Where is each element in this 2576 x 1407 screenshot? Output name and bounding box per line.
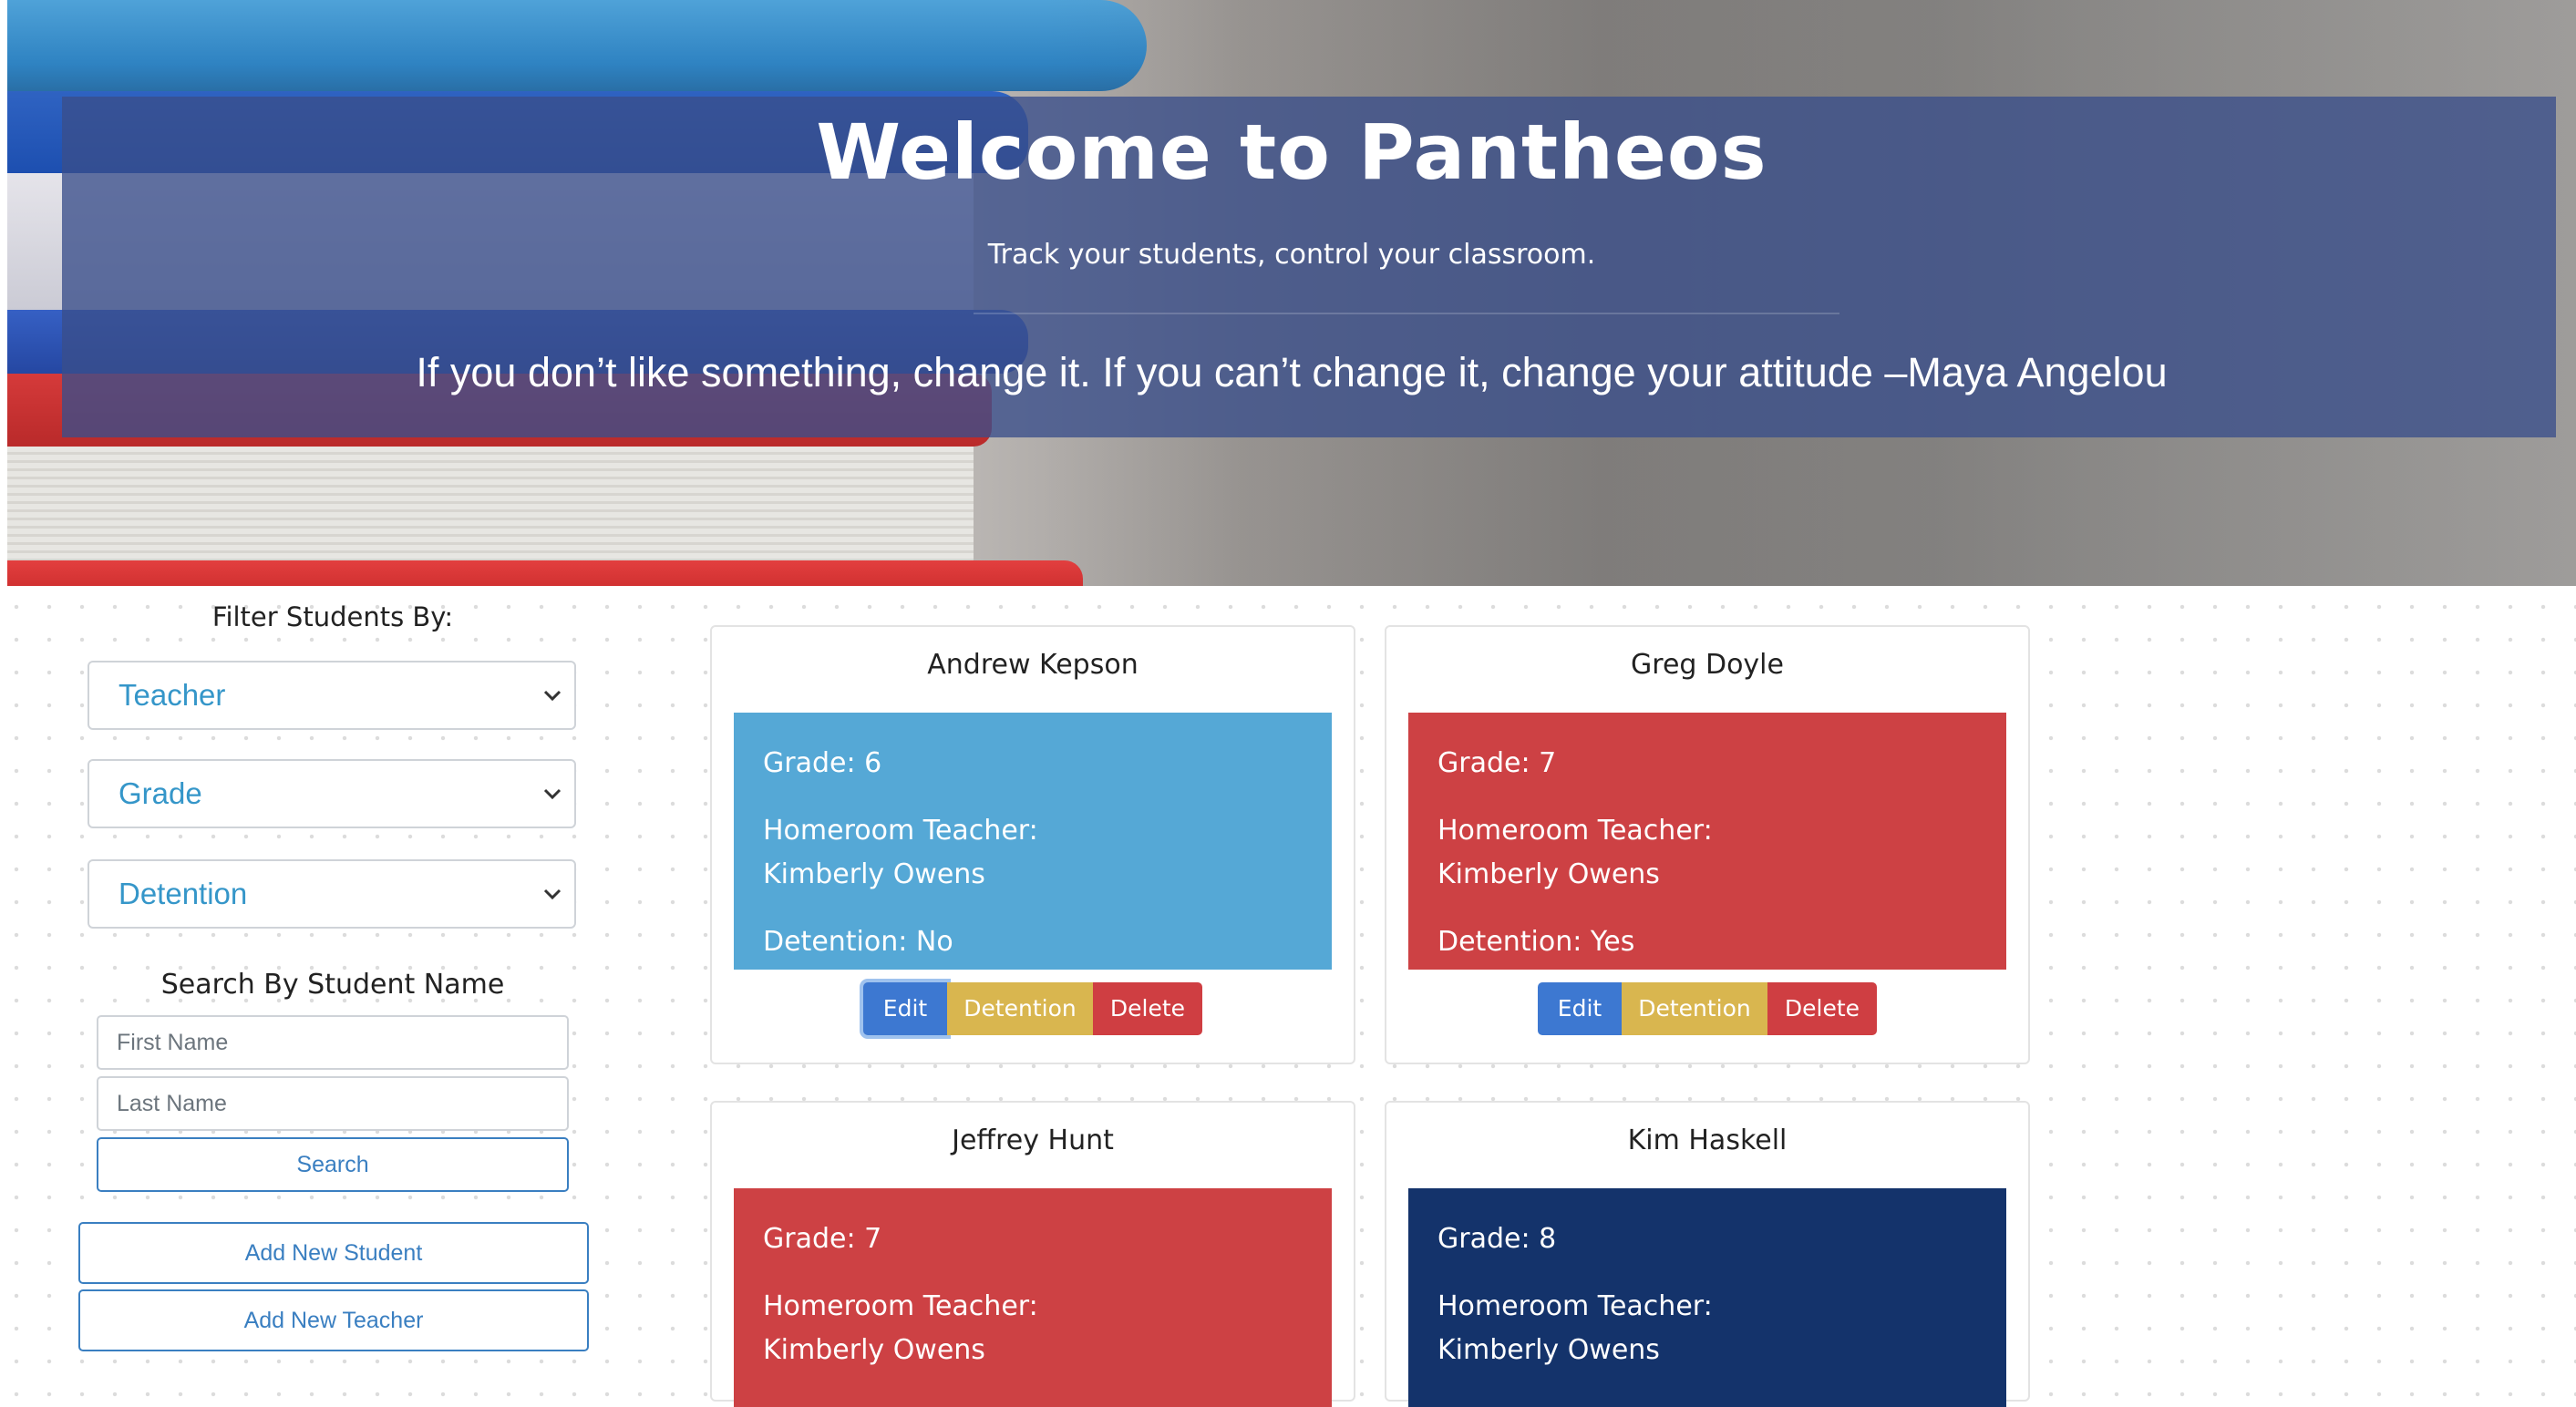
- card-actions: Edit Detention Delete: [712, 982, 1354, 1035]
- search-button[interactable]: Search: [97, 1137, 569, 1192]
- student-info-panel: Grade: 8 Homeroom Teacher: Kimberly Owen…: [1408, 1188, 2006, 1407]
- add-student-button[interactable]: Add New Student: [78, 1222, 589, 1284]
- chevron-down-icon: [538, 761, 567, 827]
- student-grade: Grade: 6: [763, 747, 882, 779]
- filter-heading: Filter Students By:: [211, 601, 454, 632]
- student-detention-status: Detention: Yes: [1437, 926, 1635, 958]
- student-detention-status: Detention: No: [763, 926, 953, 958]
- detention-button[interactable]: Detention: [947, 982, 1093, 1035]
- edit-button[interactable]: Edit: [1538, 982, 1622, 1035]
- student-card: Andrew Kepson Grade: 6 Homeroom Teacher:…: [710, 625, 1355, 1064]
- add-teacher-button[interactable]: Add New Teacher: [78, 1289, 589, 1351]
- student-name: Kim Haskell: [1627, 1125, 1788, 1156]
- student-info-panel: Grade: 7 Homeroom Teacher: Kimberly Owen…: [734, 1188, 1332, 1407]
- homeroom-teacher-name: Kimberly Owens: [1437, 1334, 1660, 1366]
- homeroom-teacher-name: Kimberly Owens: [763, 858, 985, 890]
- teacher-filter-select[interactable]: Teacher: [88, 661, 576, 730]
- grade-filter-select[interactable]: Grade: [88, 759, 576, 828]
- delete-button[interactable]: Delete: [1767, 982, 1877, 1035]
- student-info-panel: Grade: 7 Homeroom Teacher: Kimberly Owen…: [1408, 713, 2006, 970]
- first-name-input[interactable]: [97, 1015, 569, 1070]
- hero-divider: [974, 313, 1839, 314]
- chevron-down-icon: [538, 662, 567, 728]
- student-grade: Grade: 7: [763, 1223, 882, 1255]
- card-actions: Edit Detention Delete: [1386, 982, 2028, 1035]
- student-card: Greg Doyle Grade: 7 Homeroom Teacher: Ki…: [1385, 625, 2030, 1064]
- page-title: Welcome to Pantheos: [816, 108, 1767, 197]
- homeroom-teacher-label: Homeroom Teacher:: [1437, 1290, 1713, 1322]
- search-heading: Search By Student Name: [160, 969, 505, 1001]
- homeroom-teacher-label: Homeroom Teacher:: [1437, 815, 1713, 847]
- student-info-panel: Grade: 6 Homeroom Teacher: Kimberly Owen…: [734, 713, 1332, 970]
- chevron-down-icon: [538, 861, 567, 927]
- hero-banner: Welcome to Pantheos Track your students,…: [7, 0, 2576, 586]
- detention-button[interactable]: Detention: [1622, 982, 1767, 1035]
- edit-button[interactable]: Edit: [863, 982, 947, 1035]
- last-name-input[interactable]: [97, 1076, 569, 1131]
- homeroom-teacher-label: Homeroom Teacher:: [763, 815, 1038, 847]
- hero-quote: If you don’t like something, change it. …: [416, 349, 2168, 395]
- student-grade: Grade: 8: [1437, 1223, 1557, 1255]
- student-name: Greg Doyle: [1631, 649, 1784, 681]
- student-card: Kim Haskell Grade: 8 Homeroom Teacher: K…: [1385, 1101, 2030, 1407]
- student-name: Jeffrey Hunt: [952, 1125, 1114, 1156]
- detention-filter-select[interactable]: Detention: [88, 859, 576, 929]
- grade-filter-value: Grade: [118, 776, 202, 810]
- student-grade: Grade: 7: [1437, 747, 1557, 779]
- delete-button[interactable]: Delete: [1093, 982, 1202, 1035]
- detention-filter-value: Detention: [118, 877, 248, 910]
- student-name: Andrew Kepson: [927, 649, 1139, 681]
- student-card: Jeffrey Hunt Grade: 7 Homeroom Teacher: …: [710, 1101, 1355, 1407]
- homeroom-teacher-name: Kimberly Owens: [1437, 858, 1660, 890]
- homeroom-teacher-label: Homeroom Teacher:: [763, 1290, 1038, 1322]
- hero-subtitle: Track your students, control your classr…: [987, 239, 1596, 271]
- teacher-filter-value: Teacher: [118, 678, 226, 712]
- homeroom-teacher-name: Kimberly Owens: [763, 1334, 985, 1366]
